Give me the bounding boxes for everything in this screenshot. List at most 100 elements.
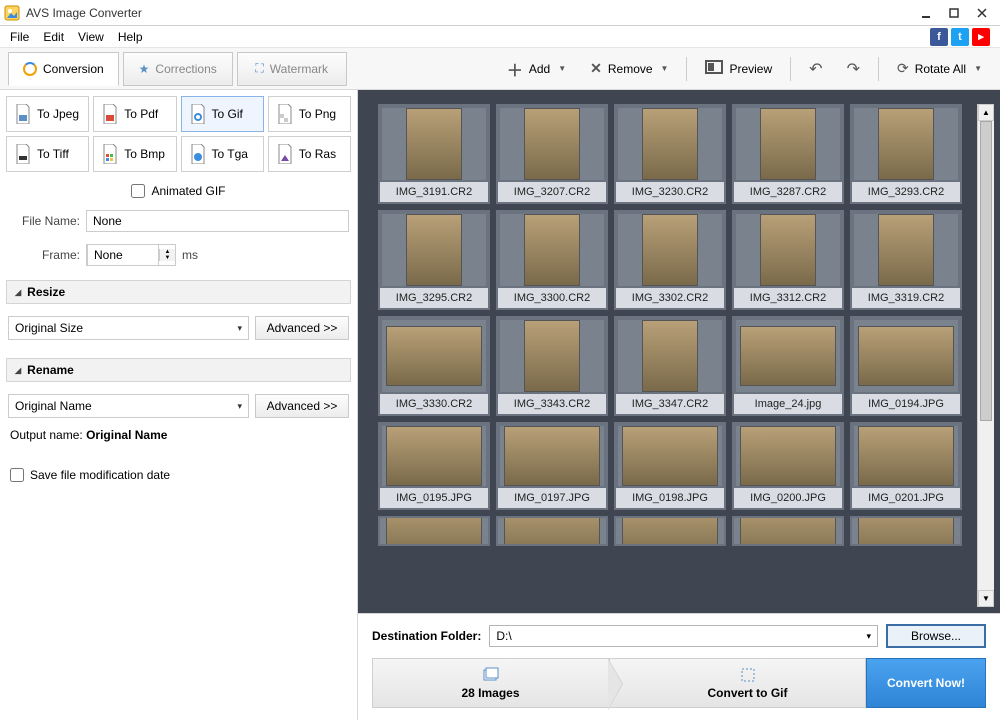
rename-title: Rename	[27, 363, 74, 377]
format-gif-button[interactable]: To Gif	[181, 96, 264, 132]
tab-conversion[interactable]: Conversion	[8, 52, 119, 86]
scroll-track[interactable]	[978, 121, 994, 590]
thumbnail-item[interactable]: IMG_3191.CR2	[378, 104, 490, 204]
thumbnail-item[interactable]	[614, 516, 726, 546]
thumbnail-item[interactable]: Image_24.jpg	[732, 316, 844, 416]
thumbnail-item[interactable]: IMG_3319.CR2	[850, 210, 962, 310]
thumbnail-item[interactable]: IMG_3207.CR2	[496, 104, 608, 204]
format-tga-button[interactable]: To Tga	[181, 136, 264, 172]
format-pdf-button[interactable]: To Pdf	[93, 96, 176, 132]
collapse-icon: ◢	[15, 288, 21, 297]
thumbnail-image	[618, 320, 722, 392]
star-icon: ★	[139, 62, 150, 76]
thumbnail-item[interactable]: IMG_3343.CR2	[496, 316, 608, 416]
scroll-thumb[interactable]	[980, 121, 992, 421]
thumbnail-item[interactable]: IMG_3293.CR2	[850, 104, 962, 204]
save-date-checkbox[interactable]	[10, 468, 24, 482]
preview-icon	[705, 60, 723, 77]
destination-label: Destination Folder:	[372, 629, 481, 643]
thumbnail-caption: IMG_3312.CR2	[734, 288, 842, 308]
format-jpeg-button[interactable]: To Jpeg	[6, 96, 89, 132]
thumbnail-item[interactable]: IMG_3300.CR2	[496, 210, 608, 310]
rename-header[interactable]: ◢ Rename	[6, 358, 351, 382]
output-name-row: Output name: Original Name	[8, 424, 349, 446]
format-ras-button[interactable]: To Ras	[268, 136, 351, 172]
format-png-button[interactable]: To Png	[268, 96, 351, 132]
remove-label: Remove	[608, 62, 653, 76]
thumbnail-caption: IMG_3295.CR2	[380, 288, 488, 308]
fmt-label: To Tiff	[37, 147, 69, 161]
thumbnail-item[interactable]: IMG_3330.CR2	[378, 316, 490, 416]
menu-file[interactable]: File	[4, 28, 35, 46]
resize-advanced-button[interactable]: Advanced >>	[255, 316, 349, 340]
rotate-all-button[interactable]: ⟳ Rotate All ▼	[887, 54, 992, 84]
thumbnail-item[interactable]: IMG_3287.CR2	[732, 104, 844, 204]
vertical-scrollbar[interactable]: ▲ ▼	[977, 104, 994, 607]
thumbnail-item[interactable]: IMG_0201.JPG	[850, 422, 962, 510]
thumbnail-grid: IMG_3191.CR2IMG_3207.CR2IMG_3230.CR2IMG_…	[378, 104, 977, 546]
rename-combo[interactable]: Original Name	[8, 394, 249, 418]
format-bmp-button[interactable]: To Bmp	[93, 136, 176, 172]
thumbnail-item[interactable]	[850, 516, 962, 546]
facebook-icon[interactable]: f	[930, 28, 948, 46]
thumbnail-item[interactable]	[378, 516, 490, 546]
thumbnail-caption: IMG_0194.JPG	[852, 394, 960, 414]
menu-edit[interactable]: Edit	[37, 28, 70, 46]
images-icon	[482, 666, 500, 684]
file-name-input[interactable]	[86, 210, 349, 232]
thumbnail-item[interactable]: IMG_3230.CR2	[614, 104, 726, 204]
step-convert-to: Convert to Gif	[609, 658, 866, 708]
thumbnail-item[interactable]: IMG_0194.JPG	[850, 316, 962, 416]
rename-advanced-button[interactable]: Advanced >>	[255, 394, 349, 418]
browse-label: Browse...	[911, 629, 961, 643]
thumbnail-image	[618, 108, 722, 180]
thumbnail-item[interactable]	[496, 516, 608, 546]
scroll-up-button[interactable]: ▲	[978, 104, 994, 121]
rotate-left-button[interactable]: ↶	[799, 54, 832, 84]
thumbnail-image	[734, 518, 842, 544]
thumbnail-caption: IMG_0198.JPG	[616, 488, 724, 508]
format-tiff-button[interactable]: To Tiff	[6, 136, 89, 172]
maximize-button[interactable]	[940, 3, 968, 23]
chevron-down-icon: ▼	[974, 64, 982, 73]
tab-watermark[interactable]: ⛶ Watermark	[237, 52, 347, 86]
thumbnail-item[interactable]: IMG_3295.CR2	[378, 210, 490, 310]
minimize-button[interactable]	[912, 3, 940, 23]
remove-button[interactable]: ✕ Remove ▼	[580, 54, 678, 84]
gif-icon	[190, 104, 206, 124]
spin-down[interactable]: ▼	[160, 255, 175, 261]
twitter-icon[interactable]: t	[951, 28, 969, 46]
thumbnail-area: IMG_3191.CR2IMG_3207.CR2IMG_3230.CR2IMG_…	[358, 90, 1000, 613]
output-name-label: Output name:	[10, 428, 83, 442]
youtube-icon[interactable]: ▸	[972, 28, 990, 46]
tab-corrections[interactable]: ★ Corrections	[123, 52, 233, 86]
add-button[interactable]: ＋ Add ▼	[497, 54, 576, 84]
thumbnail-item[interactable]: IMG_3302.CR2	[614, 210, 726, 310]
frame-spinner[interactable]: ▲▼	[86, 244, 176, 266]
thumbnail-item[interactable]: IMG_0195.JPG	[378, 422, 490, 510]
thumbnail-item[interactable]: IMG_0198.JPG	[614, 422, 726, 510]
menu-help[interactable]: Help	[112, 28, 149, 46]
thumbnail-item[interactable]: IMG_3347.CR2	[614, 316, 726, 416]
preview-button[interactable]: Preview	[695, 54, 782, 84]
close-button[interactable]	[968, 3, 996, 23]
thumbnail-caption: IMG_0200.JPG	[734, 488, 842, 508]
resize-combo[interactable]: Original Size	[8, 316, 249, 340]
thumbnail-item[interactable]: IMG_0197.JPG	[496, 422, 608, 510]
thumbnail-item[interactable]	[732, 516, 844, 546]
rotate-right-button[interactable]: ↷	[837, 54, 870, 84]
destination-combo[interactable]: D:\	[489, 625, 878, 647]
menubar: File Edit View Help f t ▸	[0, 26, 1000, 48]
frame-input[interactable]	[87, 244, 159, 266]
thumbnail-item[interactable]: IMG_3312.CR2	[732, 210, 844, 310]
animated-gif-label: Animated GIF	[151, 184, 225, 198]
thumbnail-item[interactable]: IMG_0200.JPG	[732, 422, 844, 510]
browse-button[interactable]: Browse...	[886, 624, 986, 648]
convert-now-button[interactable]: Convert Now!	[866, 658, 986, 708]
animated-gif-checkbox[interactable]	[131, 184, 145, 198]
thumbnail-image	[382, 108, 486, 180]
scroll-down-button[interactable]: ▼	[978, 590, 994, 607]
right-panel: IMG_3191.CR2IMG_3207.CR2IMG_3230.CR2IMG_…	[358, 90, 1000, 720]
resize-header[interactable]: ◢ Resize	[6, 280, 351, 304]
menu-view[interactable]: View	[72, 28, 110, 46]
